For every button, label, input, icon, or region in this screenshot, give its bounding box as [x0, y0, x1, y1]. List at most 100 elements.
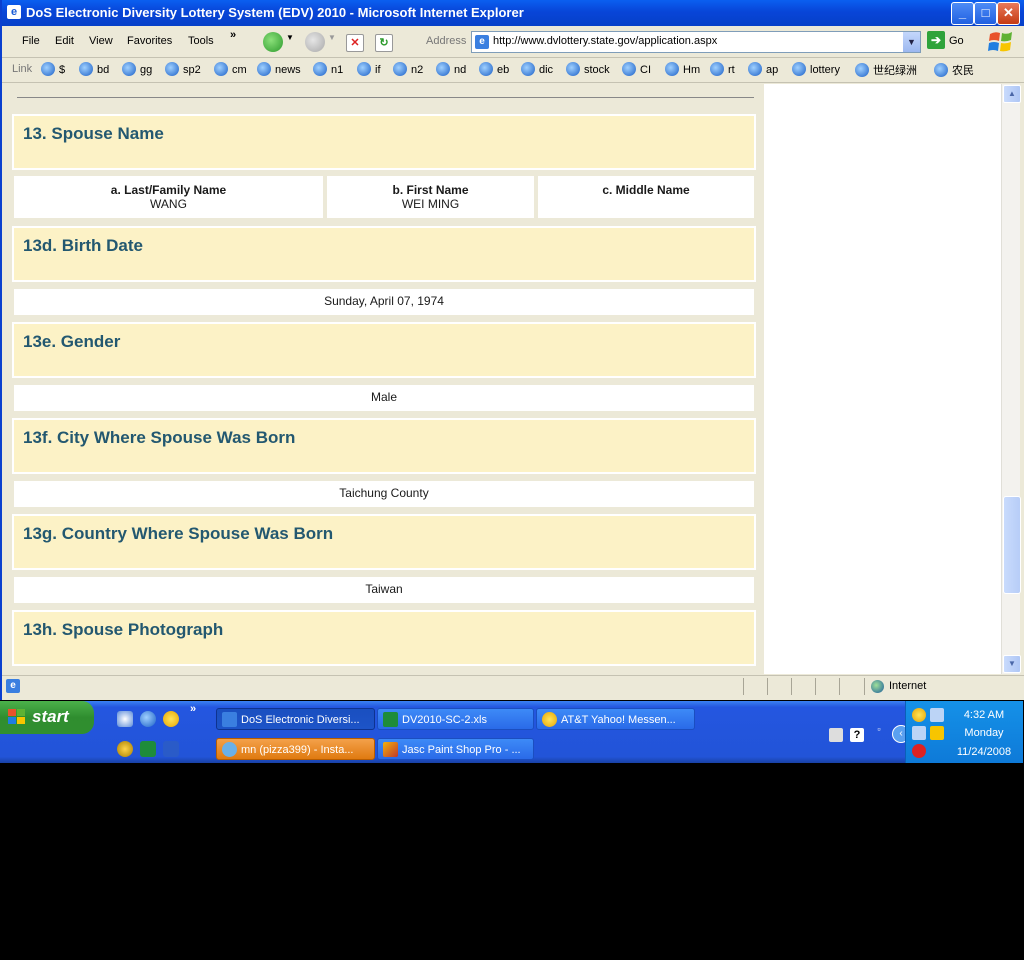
keyboard-icon[interactable]	[829, 728, 843, 742]
address-url[interactable]: http://www.dvlottery.state.gov/applicati…	[493, 35, 717, 47]
quicklaunch-messenger-icon[interactable]	[163, 711, 179, 727]
link-item[interactable]: if	[357, 62, 381, 78]
link-ie-icon	[566, 62, 580, 76]
clock-time[interactable]: 4:32 AM	[946, 709, 1022, 721]
tray-messenger-icon[interactable]	[912, 708, 926, 722]
maximize-button[interactable]: □	[974, 2, 997, 25]
last-name-value: WANG	[150, 197, 187, 211]
address-field[interactable]: e http://www.dvlottery.state.gov/applica…	[471, 31, 921, 53]
refresh-icon[interactable]: ↻	[375, 34, 393, 52]
status-divider	[815, 678, 816, 695]
birth-city-header: 13f. City Where Spouse Was Born	[12, 418, 756, 474]
link-item[interactable]: stock	[566, 62, 610, 78]
close-button[interactable]: ✕	[997, 2, 1020, 25]
window-title: DoS Electronic Diversity Lottery System …	[26, 5, 524, 20]
task-label: mn (pizza399) - Insta...	[241, 744, 354, 756]
link-ie-icon	[934, 63, 948, 77]
title-bar[interactable]: e DoS Electronic Diversity Lottery Syste…	[2, 0, 1024, 26]
link-item[interactable]: 世纪绿洲	[855, 62, 917, 78]
last-name-cell: a. Last/Family Name WANG	[12, 174, 325, 220]
task-excel-file[interactable]: DV2010-SC-2.xls	[377, 708, 534, 730]
back-icon[interactable]	[263, 32, 283, 52]
link-label: stock	[584, 64, 610, 76]
link-ie-icon	[436, 62, 450, 76]
quicklaunch-winamp-icon[interactable]	[117, 741, 133, 757]
menu-tools[interactable]: Tools	[188, 35, 214, 47]
last-name-label: a. Last/Family Name	[110, 183, 227, 197]
tray-network-icon[interactable]	[930, 708, 944, 722]
start-button[interactable]: start	[0, 701, 94, 734]
quicklaunch-more-chevron[interactable]: »	[190, 703, 196, 715]
vertical-scrollbar[interactable]: ▲ ▼	[1001, 84, 1021, 674]
menu-view[interactable]: View	[89, 35, 113, 47]
restore-bar-icon[interactable]: ▫	[872, 724, 886, 738]
link-item[interactable]: nd	[436, 62, 466, 78]
security-zone: Internet	[889, 680, 927, 692]
link-item[interactable]: news	[257, 62, 301, 78]
link-item[interactable]: lottery	[792, 62, 840, 78]
stop-icon[interactable]: ✕	[346, 34, 364, 52]
address-dropdown-icon[interactable]: ▼	[903, 32, 920, 52]
link-label: eb	[497, 64, 510, 76]
link-item[interactable]: gg	[122, 62, 152, 78]
task-yahoo-messenger[interactable]: AT&T Yahoo! Messen...	[536, 708, 695, 730]
windows-flag-icon	[8, 709, 25, 724]
link-item[interactable]: rt	[710, 62, 735, 78]
paint-shop-icon	[383, 742, 398, 757]
tray-network2-icon[interactable]	[912, 726, 926, 740]
scroll-up-icon[interactable]: ▲	[1003, 85, 1021, 103]
system-tray: 4:32 AM Monday 11/24/2008	[905, 701, 1023, 763]
task-ie-window[interactable]: DoS Electronic Diversi...	[216, 708, 375, 730]
go-arrow-icon[interactable]: ➔	[927, 31, 945, 49]
link-item[interactable]: bd	[79, 62, 109, 78]
task-paint-shop-pro[interactable]: Jasc Paint Shop Pro - ...	[377, 738, 534, 760]
link-item[interactable]: ap	[748, 62, 778, 78]
link-ie-icon	[622, 62, 636, 76]
back-dropdown-icon[interactable]: ▼	[286, 33, 294, 42]
minimize-button[interactable]: _	[951, 2, 974, 25]
link-item[interactable]: eb	[479, 62, 509, 78]
quicklaunch-excel-icon[interactable]	[140, 741, 156, 757]
link-item[interactable]: 农民	[934, 62, 974, 78]
ie-icon	[222, 712, 237, 727]
link-label: cm	[232, 64, 247, 76]
link-label: 世纪绿洲	[873, 65, 917, 77]
task-instant-message[interactable]: mn (pizza399) - Insta...	[216, 738, 375, 760]
quicklaunch-word-icon[interactable]	[163, 741, 179, 757]
menu-favorites[interactable]: Favorites	[127, 35, 172, 47]
quicklaunch-ie-icon[interactable]	[140, 711, 156, 727]
task-label: AT&T Yahoo! Messen...	[561, 714, 676, 726]
menu-file[interactable]: File	[22, 35, 40, 47]
link-ie-icon	[479, 62, 493, 76]
link-item[interactable]: cm	[214, 62, 247, 78]
application-form: 13. Spouse Name a. Last/Family Name WANG…	[4, 84, 764, 674]
task-label: Jasc Paint Shop Pro - ...	[402, 744, 521, 756]
forward-dropdown-icon[interactable]: ▼	[328, 33, 336, 42]
link-item[interactable]: $	[41, 62, 65, 78]
help-icon[interactable]: ?	[850, 728, 864, 742]
menu-edit[interactable]: Edit	[55, 35, 74, 47]
scroll-thumb[interactable]	[1003, 496, 1021, 594]
scroll-down-icon[interactable]: ▼	[1003, 655, 1021, 673]
tray-warning-icon[interactable]	[930, 726, 944, 740]
link-item[interactable]: Hm	[665, 62, 700, 78]
link-item[interactable]: n2	[393, 62, 423, 78]
link-item[interactable]: dic	[521, 62, 553, 78]
messenger-icon	[542, 712, 557, 727]
link-item[interactable]: sp2	[165, 62, 201, 78]
tray-security-shield-icon[interactable]	[912, 744, 926, 758]
link-label: ap	[766, 64, 779, 76]
quicklaunch-app-icon[interactable]	[117, 711, 133, 727]
birth-city-value: Taichung County	[12, 479, 756, 509]
menu-more-chevron[interactable]: »	[230, 29, 236, 41]
link-ie-icon	[214, 62, 228, 76]
link-label: nd	[454, 64, 467, 76]
link-item[interactable]: CI	[622, 62, 651, 78]
forward-icon[interactable]	[305, 32, 325, 52]
section-title: 13g. Country Where Spouse Was Born	[23, 524, 334, 543]
link-label: lottery	[810, 64, 840, 76]
go-button[interactable]: Go	[949, 35, 964, 47]
status-divider	[791, 678, 792, 695]
link-item[interactable]: n1	[313, 62, 343, 78]
browser-window: e DoS Electronic Diversity Lottery Syste…	[0, 0, 1024, 700]
